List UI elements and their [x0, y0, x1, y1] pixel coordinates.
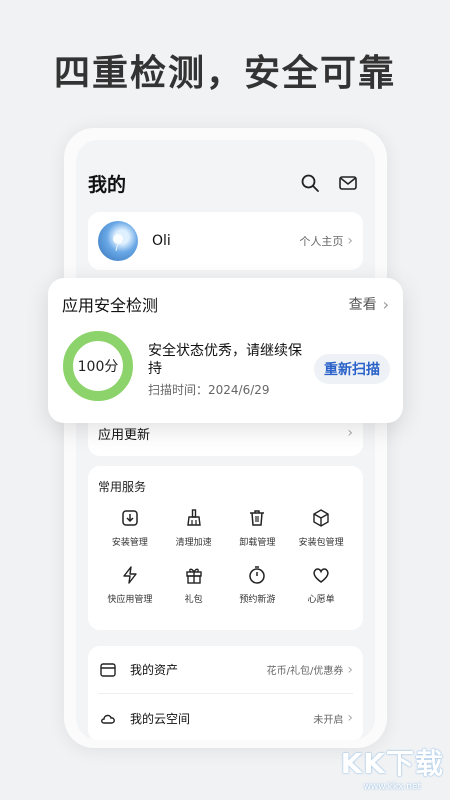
package-icon: [310, 507, 332, 529]
service-install[interactable]: 安装管理: [98, 507, 162, 548]
scan-time: 扫描时间：2024/6/29: [148, 383, 270, 397]
asset-value: 未开启: [313, 714, 344, 726]
service-label: 预约新游: [239, 595, 276, 605]
services-grid: 安装管理 清理加速 卸载管理 安装包管理 快应用管理 礼包 预约新游 心愿单: [98, 507, 353, 605]
watermark-url: www.kkx.net: [363, 782, 422, 792]
service-label: 安装管理: [111, 538, 148, 548]
service-label: 清理加速: [175, 538, 212, 548]
services-title: 常用服务: [98, 480, 147, 494]
service-label: 快应用管理: [107, 595, 153, 605]
chevron-right-icon: ›: [347, 425, 353, 441]
service-wishlist[interactable]: 心愿单: [289, 564, 353, 605]
homepage-link[interactable]: 个人主页: [299, 233, 343, 249]
cloud-icon: [98, 708, 118, 728]
promo-headline: 四重检测，安全可靠: [53, 53, 396, 94]
service-gift[interactable]: 礼包: [162, 564, 226, 605]
service-package[interactable]: 安装包管理: [289, 507, 353, 548]
heart-icon: [310, 564, 332, 586]
assets-card: 我的资产 花币/礼包/优惠券 › 我的云空间 未开启 ›: [88, 646, 363, 740]
timer-icon: [246, 564, 268, 586]
phone-screen: 我的 Oli 个人主页 › 应用更新 › 常用服务 安装管理 清理加速 卸载管理…: [76, 140, 375, 740]
mail-icon[interactable]: [337, 172, 359, 194]
chevron-right-icon: ›: [347, 661, 353, 678]
asset-label: 我的云空间: [130, 711, 191, 726]
service-uninstall[interactable]: 卸载管理: [226, 507, 290, 548]
chevron-right-icon: ›: [382, 294, 389, 314]
popup-title: 应用安全检测: [62, 296, 159, 315]
watermark: KK下载 www.kkx.net: [341, 742, 444, 792]
view-link[interactable]: 查看: [349, 294, 377, 314]
wallet-icon: [98, 660, 118, 680]
services-card: 常用服务 安装管理 清理加速 卸载管理 安装包管理 快应用管理 礼包 预约新游 …: [88, 466, 363, 630]
my-assets-row[interactable]: 我的资产 花币/礼包/优惠券 ›: [98, 646, 353, 694]
service-reserve[interactable]: 预约新游: [226, 564, 290, 605]
service-quick-app[interactable]: 快应用管理: [98, 564, 162, 605]
service-label: 卸载管理: [239, 538, 276, 548]
broom-icon: [183, 507, 205, 529]
my-cloud-row[interactable]: 我的云空间 未开启 ›: [98, 694, 353, 740]
chevron-right-icon: ›: [347, 710, 353, 726]
username: Oli: [152, 233, 171, 249]
top-bar: 我的: [88, 168, 359, 198]
score-value: 100分: [77, 359, 119, 375]
security-status: 安全状态优秀，请继续保持: [148, 343, 302, 377]
lightning-icon: [119, 564, 141, 586]
trash-icon: [246, 507, 268, 529]
chevron-right-icon: ›: [347, 233, 353, 249]
service-label: 礼包: [184, 595, 203, 605]
install-icon: [119, 507, 141, 529]
popup-header: 应用安全检测 查看 ›: [62, 292, 389, 316]
profile-card[interactable]: Oli 个人主页 ›: [88, 212, 363, 270]
security-check-popup: 应用安全检测 查看 › 100分 安全状态优秀，请继续保持 扫描时间：2024/…: [48, 278, 403, 423]
page-title: 我的: [88, 173, 127, 196]
watermark-logo: KK下载: [340, 747, 444, 780]
service-label: 安装包管理: [298, 538, 344, 548]
avatar[interactable]: [98, 221, 138, 261]
search-icon[interactable]: [299, 172, 321, 194]
gift-icon: [183, 564, 205, 586]
phone-frame: 我的 Oli 个人主页 › 应用更新 › 常用服务 安装管理 清理加速 卸载管理…: [64, 128, 387, 748]
score-ring: 100分: [62, 330, 134, 402]
rescan-button[interactable]: 重新扫描: [314, 354, 390, 384]
app-update-label: 应用更新: [98, 427, 151, 443]
asset-value: 花币/礼包/优惠券: [266, 666, 344, 677]
service-clean[interactable]: 清理加速: [162, 507, 226, 548]
asset-label: 我的资产: [130, 663, 179, 677]
service-label: 心愿单: [307, 595, 335, 605]
